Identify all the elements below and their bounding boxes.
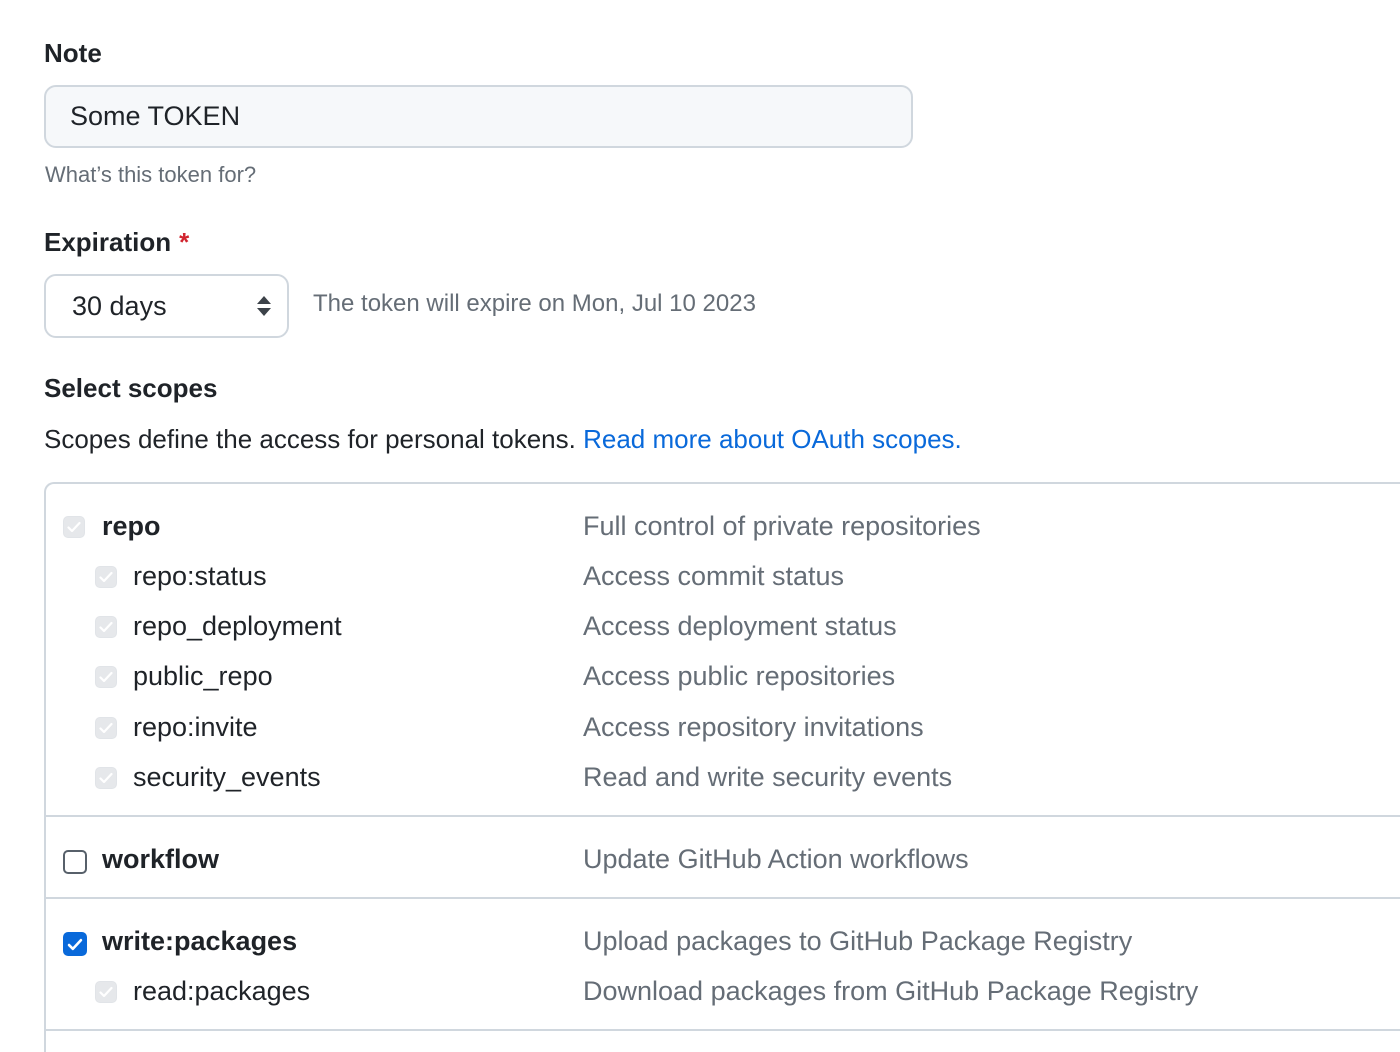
checkbox-public-repo[interactable]	[95, 666, 117, 688]
scope-name-write-packages: write:packages	[102, 926, 298, 956]
check-icon	[99, 722, 113, 734]
check-icon	[67, 938, 83, 950]
scope-name-security-events: security_events	[133, 762, 321, 792]
scope-desc-security-events: Read and write security events	[583, 762, 953, 792]
scope-name-repo-deployment: repo_deployment	[133, 611, 342, 641]
scopes-title: Select scopes	[44, 373, 218, 403]
scope-row-write-packages: write:packages Upload packages to GitHub…	[0, 921, 1400, 961]
scope-row-repo-deployment: repo_deployment Access deployment status	[0, 606, 1400, 646]
checkbox-repo[interactable]	[63, 516, 85, 538]
note-label: Note	[44, 38, 102, 68]
required-asterisk: *	[179, 227, 190, 257]
select-arrows-icon	[255, 295, 273, 317]
checkbox-workflow[interactable]	[63, 850, 87, 874]
scope-group-divider	[46, 1029, 1400, 1031]
scope-desc-read-packages: Download packages from GitHub Package Re…	[583, 976, 1199, 1006]
scope-name-read-packages: read:packages	[133, 976, 311, 1006]
expiration-info: The token will expire on Mon, Jul 10 202…	[313, 290, 756, 317]
scope-row-workflow: workflow Update GitHub Action workflows	[0, 839, 1400, 879]
check-icon	[99, 671, 113, 683]
scope-desc-repo: Full control of private repositories	[583, 511, 981, 541]
scope-name-repo-status: repo:status	[133, 561, 267, 591]
check-icon	[99, 772, 113, 784]
check-icon	[99, 621, 113, 633]
scope-name-workflow: workflow	[102, 844, 220, 874]
scopes-description: Scopes define the access for personal to…	[44, 424, 962, 455]
scope-group-divider	[46, 897, 1400, 899]
expiration-label: Expiration *	[44, 227, 189, 258]
checkbox-security-events[interactable]	[95, 767, 117, 789]
scope-group-divider	[46, 815, 1400, 817]
scope-row-read-packages: read:packages Download packages from Git…	[0, 971, 1400, 1011]
token-settings-page: Note What’s this token for? Expiration* …	[0, 0, 1400, 1052]
checkbox-write-packages[interactable]	[63, 932, 87, 956]
checkbox-read-packages[interactable]	[95, 981, 117, 1003]
scope-name-public-repo: public_repo	[133, 661, 273, 691]
scope-desc-repo-status: Access commit status	[583, 561, 845, 591]
scope-row-repo-status: repo:status Access commit status	[0, 556, 1400, 596]
scope-row-repo: repo Full control of private repositorie…	[0, 506, 1400, 546]
check-icon	[67, 521, 81, 533]
note-hint: What’s this token for?	[45, 162, 257, 187]
scope-desc-write-packages: Upload packages to GitHub Package Regist…	[583, 926, 1133, 956]
expiration-select[interactable]: 30 days	[44, 274, 289, 338]
expiration-selected-value: 30 days	[72, 290, 167, 321]
checkbox-repo-invite[interactable]	[95, 717, 117, 739]
scopes-description-text: Scopes define the access for personal to…	[44, 424, 576, 454]
oauth-scopes-link[interactable]: Read more about OAuth scopes.	[583, 424, 962, 454]
expiration-label-text: Expiration	[44, 227, 172, 257]
scope-desc-workflow: Update GitHub Action workflows	[583, 844, 969, 874]
check-icon	[99, 571, 113, 583]
scope-name-repo: repo	[102, 511, 161, 541]
scope-name-repo-invite: repo:invite	[133, 712, 258, 742]
checkbox-repo-deployment[interactable]	[95, 616, 117, 638]
scope-desc-repo-invite: Access repository invitations	[583, 712, 924, 742]
checkbox-repo-status[interactable]	[95, 566, 117, 588]
note-input[interactable]	[44, 85, 913, 148]
scope-row-public-repo: public_repo Access public repositories	[0, 656, 1400, 696]
scope-desc-repo-deployment: Access deployment status	[583, 611, 897, 641]
check-icon	[99, 986, 113, 998]
scope-desc-public-repo: Access public repositories	[583, 661, 896, 691]
scope-row-security-events: security_events Read and write security …	[0, 757, 1400, 797]
scope-row-repo-invite: repo:invite Access repository invitation…	[0, 707, 1400, 747]
